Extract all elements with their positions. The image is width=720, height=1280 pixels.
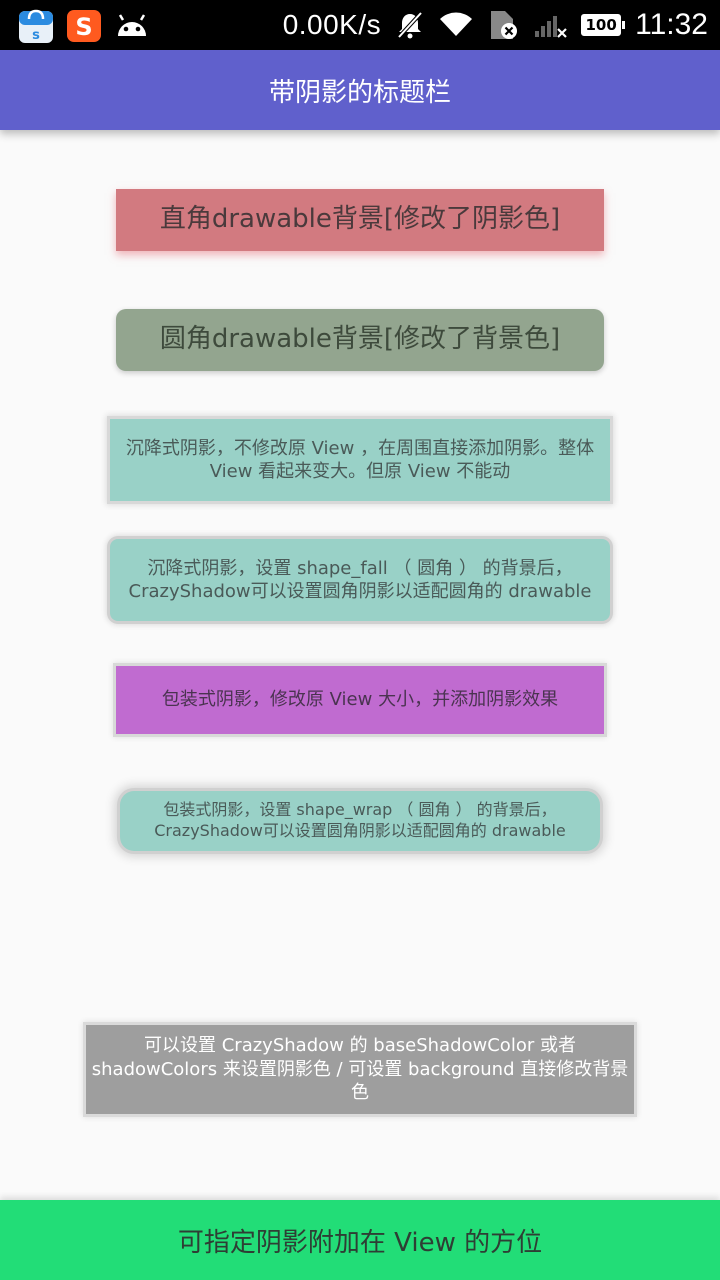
status-bar: s S 0.00K/s 100 11:32	[0, 0, 720, 50]
fall-shadow-card[interactable]: 沉降式阴影，不修改原 View ，在周围直接添加阴影。整体 View 看起来变大…	[110, 419, 610, 501]
title-bar: 带阴影的标题栏	[0, 50, 720, 130]
card-label: 沉降式阴影，不修改原 View ，在周围直接添加阴影。整体 View 看起来变大…	[125, 437, 595, 482]
network-speed: 0.00K/s	[282, 9, 382, 40]
page-title: 带阴影的标题栏	[268, 77, 451, 108]
shadow-color-card[interactable]: 可以设置 CrazyShadow 的 baseShadowColor 或者 sh…	[86, 1025, 634, 1114]
card-label: 可以设置 CrazyShadow 的 baseShadowColor 或者 sh…	[91, 1035, 629, 1104]
right-angle-drawable-card[interactable]: 直角drawable背景[修改了阴影色]	[116, 189, 604, 251]
android-icon	[118, 14, 146, 36]
button-label: 可指定阴影附加在 View 的方位	[177, 1227, 543, 1258]
signal-icon	[535, 16, 567, 38]
mute-icon	[397, 11, 423, 39]
card-label: 圆角drawable背景[修改了背景色]	[159, 324, 561, 355]
sogou-input-icon: S	[67, 10, 101, 42]
battery-icon: 100	[581, 14, 626, 36]
card-label: 包装式阴影，设置 shape_wrap （ 圆角 ） 的背景后，CrazySha…	[154, 800, 566, 840]
fall-shadow-rounded-card[interactable]: 沉降式阴影，设置 shape_fall （ 圆角 ） 的背景后，CrazySha…	[110, 539, 610, 621]
sim-no-service-icon	[491, 11, 518, 39]
rounded-drawable-card[interactable]: 圆角drawable背景[修改了背景色]	[116, 309, 604, 371]
card-label: 沉降式阴影，设置 shape_fall （ 圆角 ） 的背景后，CrazySha…	[128, 557, 592, 602]
clock: 11:32	[635, 8, 708, 41]
card-label: 直角drawable背景[修改了阴影色]	[159, 204, 561, 235]
shadow-direction-button[interactable]: 可指定阴影附加在 View 的方位	[0, 1200, 720, 1280]
wifi-icon	[440, 12, 473, 36]
status-bar-right: 0.00K/s 100 11:32	[283, 0, 708, 50]
card-label: 包装式阴影，修改原 View 大小，并添加阴影效果	[161, 689, 559, 711]
app-store-icon: s	[19, 9, 53, 43]
svg-text:s: s	[32, 28, 40, 43]
wrap-shadow-rounded-card[interactable]: 包装式阴影，设置 shape_wrap （ 圆角 ） 的背景后，CrazySha…	[120, 791, 600, 851]
battery-level: 100	[585, 16, 617, 34]
svg-text:S: S	[75, 13, 92, 41]
wrap-shadow-card[interactable]: 包装式阴影，修改原 View 大小，并添加阴影效果	[116, 666, 604, 734]
